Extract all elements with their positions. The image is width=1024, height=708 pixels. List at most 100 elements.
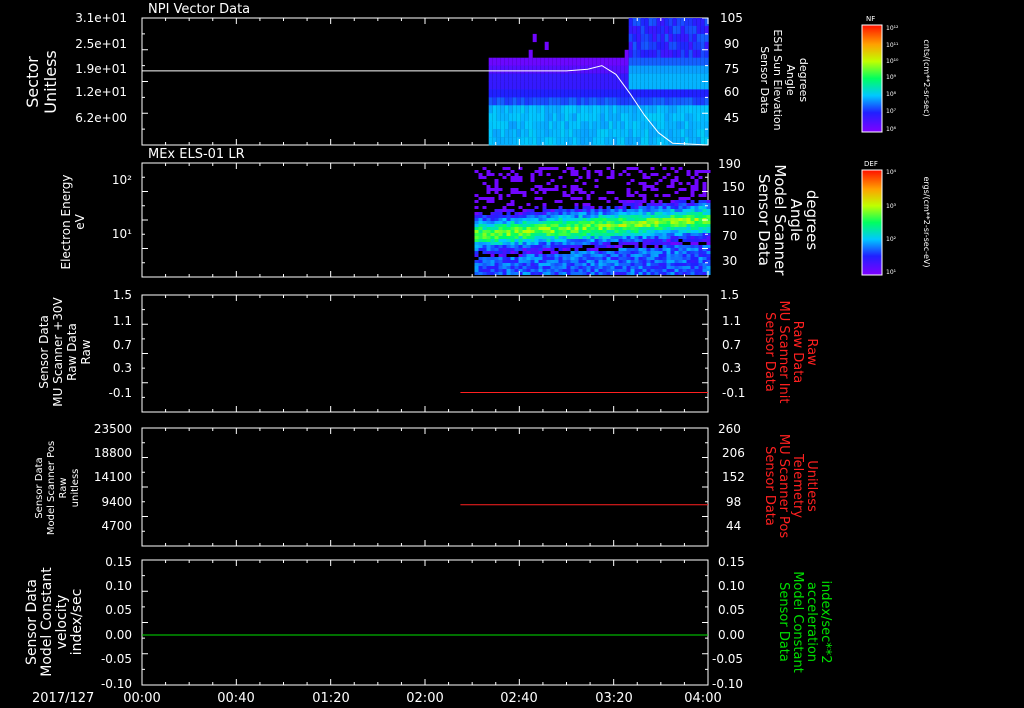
npi-cell	[500, 65, 505, 74]
els-cell	[582, 269, 587, 272]
npi-cell	[516, 73, 521, 82]
els-cell	[694, 233, 699, 236]
npi-cell	[540, 81, 545, 90]
npi-cell	[612, 81, 617, 90]
els-cell	[674, 206, 679, 209]
els-cell	[694, 224, 699, 227]
els-cell	[534, 221, 539, 224]
npi-cell	[636, 25, 641, 35]
els-cell	[530, 263, 535, 266]
npi-cell	[592, 73, 597, 82]
npi-cell	[684, 97, 689, 106]
els-cell	[702, 212, 707, 215]
els-cell	[638, 170, 643, 173]
els-cell	[522, 257, 527, 260]
els-cell	[622, 248, 627, 251]
els-cell	[614, 239, 619, 242]
els-cell	[566, 221, 571, 224]
npi-cell	[632, 113, 637, 122]
els-cell	[594, 245, 599, 248]
els-cell	[698, 260, 703, 263]
npi-cell	[560, 113, 565, 122]
npi-cell	[580, 113, 585, 122]
npi-cell	[492, 81, 497, 90]
els-cell	[578, 263, 583, 266]
els-cell	[590, 233, 595, 236]
els-cell	[506, 269, 511, 272]
els-cell	[550, 179, 555, 182]
npi-cell	[692, 129, 697, 138]
els-cell	[550, 224, 555, 227]
els-cell	[630, 260, 635, 263]
els-cell	[626, 221, 631, 224]
els-cell	[594, 230, 599, 233]
npi-cell	[568, 113, 573, 122]
els-cell	[666, 215, 671, 218]
npi-cell	[616, 81, 621, 90]
els-cell	[514, 212, 519, 215]
npi-cell	[644, 137, 649, 146]
els-cell	[698, 251, 703, 254]
npi-cell	[596, 129, 601, 138]
els-cell	[686, 206, 691, 209]
els-cell	[686, 170, 691, 173]
els-cell	[674, 254, 679, 257]
npi-cell	[600, 73, 605, 82]
els-cell	[702, 170, 707, 173]
els-cell	[626, 224, 631, 227]
els-cell	[510, 266, 515, 269]
npi-cell	[676, 33, 681, 43]
npi-cell	[628, 49, 633, 58]
els-cell	[542, 218, 547, 221]
npi-cell	[636, 65, 641, 74]
els-cell	[594, 227, 599, 230]
els-cell	[490, 242, 495, 245]
els-cell	[698, 224, 703, 227]
els-cell	[682, 239, 687, 242]
els-cell	[538, 221, 543, 224]
els-cell	[602, 236, 607, 239]
npi-cell	[644, 81, 649, 90]
npi-cell	[552, 81, 557, 90]
els-cell	[522, 191, 527, 194]
els-cell	[602, 218, 607, 221]
els-cell	[514, 188, 519, 191]
pos-ylabel-line: unitless	[70, 469, 81, 508]
els-cell	[590, 254, 595, 257]
npi-cell	[688, 65, 693, 74]
els-cell	[482, 251, 487, 254]
npi-cell	[600, 97, 605, 106]
els-cell	[674, 203, 679, 206]
els-cell	[522, 263, 527, 266]
npi-cell	[564, 89, 569, 98]
npi-cell	[652, 89, 657, 98]
npi-cell	[548, 57, 553, 66]
els-cell	[666, 263, 671, 266]
els-cell	[678, 251, 683, 254]
els-cell	[630, 167, 635, 170]
els-cell	[482, 221, 487, 224]
npi-cell	[600, 105, 605, 114]
npi-cell	[508, 97, 513, 106]
els-cell	[474, 233, 479, 236]
npi-cell	[696, 57, 701, 66]
npi-cell	[696, 113, 701, 122]
els-cell	[518, 224, 523, 227]
els-cell	[502, 218, 507, 221]
els-cell	[682, 230, 687, 233]
els-cell	[690, 212, 695, 215]
els-cell	[706, 215, 711, 218]
els-cell	[630, 269, 635, 272]
els-cell	[694, 185, 699, 188]
model-ytick: -0.10	[101, 677, 132, 691]
els-cell	[610, 191, 615, 194]
els-cell	[642, 197, 647, 200]
els-cell	[578, 191, 583, 194]
npi-cell	[580, 121, 585, 130]
npi-cell	[520, 121, 525, 130]
els-cbar-tick: 10³	[886, 203, 897, 210]
els-cell	[534, 257, 539, 260]
npi-cell	[672, 89, 677, 98]
npi-cell	[632, 121, 637, 130]
els-cell	[566, 227, 571, 230]
